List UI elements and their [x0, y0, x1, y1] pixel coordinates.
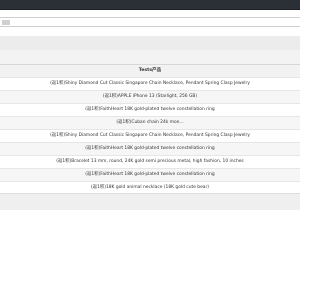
table-row[interactable]: (返1积)Shiny Diamond Cut Classic Singapore…: [0, 78, 300, 91]
search-bar[interactable]: [0, 17, 300, 27]
table-row[interactable]: (返1积)FaithHeart 18K gold-plated twelve c…: [0, 104, 300, 117]
top-bar-divider: [0, 9, 300, 10]
product-table: Tests产品 (返1积)Shiny Diamond Cut Classic S…: [0, 64, 300, 208]
table-row[interactable]: (返1积)FaithHeart 18K gold-plated twelve c…: [0, 169, 300, 182]
table-row[interactable]: (返1积)Cuban chain 24k mon...: [0, 117, 300, 130]
table-row[interactable]: (返1积)Shiny Diamond Cut Classic Singapore…: [0, 130, 300, 143]
table-row[interactable]: (返1积)Bracelet 13 mm, round, 24K gold sem…: [0, 156, 300, 169]
footer-band: [0, 193, 300, 210]
table-header: Tests产品: [0, 65, 300, 78]
table-row[interactable]: (返1积)APPLE iPhone 13 (Starlight, 256 GB): [0, 91, 300, 104]
section-band-primary: [0, 36, 300, 50]
top-navigation-bar: [0, 0, 300, 10]
table-row[interactable]: (返1积)FaithHeart 18K gold-plated twelve c…: [0, 143, 300, 156]
search-marker-icon: [2, 20, 10, 25]
section-band-secondary: [0, 50, 300, 64]
